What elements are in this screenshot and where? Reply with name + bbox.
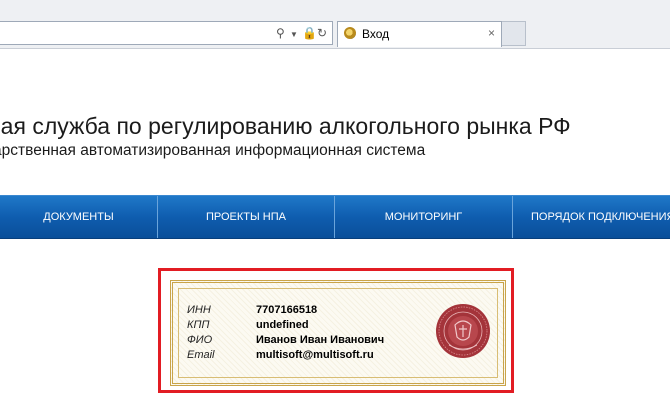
page-subtitle: дарственная автоматизированная информаци… <box>0 142 426 159</box>
page-title: ьная служба по регулированию алкогольног… <box>0 113 571 139</box>
cert-value: multisoft@multisoft.ru <box>256 349 374 361</box>
seal-icon <box>436 304 490 358</box>
nav-item-monitoring[interactable]: МОНИТОРИНГ <box>335 196 512 238</box>
cert-value: undefined <box>256 319 309 331</box>
cert-value: Иванов Иван Иванович <box>256 334 385 346</box>
dropdown-icon[interactable]: ▼ <box>290 28 298 42</box>
new-tab-button[interactable] <box>502 21 526 46</box>
browser-chrome: ⚲ ▼ 🔒 ↻ Вход × <box>0 0 670 49</box>
cert-label: ФИО <box>187 334 213 346</box>
refresh-icon[interactable]: ↻ <box>317 26 327 40</box>
cert-value: 7707166518 <box>256 304 318 316</box>
tab-title: Вход <box>362 27 390 41</box>
close-icon[interactable]: × <box>488 26 495 40</box>
browser-tab[interactable]: Вход × <box>337 21 502 47</box>
lock-icon[interactable]: 🔒 <box>302 26 317 40</box>
address-bar[interactable]: ⚲ ▼ 🔒 ↻ <box>0 21 333 45</box>
search-icon[interactable]: ⚲ <box>276 26 285 40</box>
cert-label: ИНН <box>187 304 211 316</box>
cert-label: Email <box>187 349 215 361</box>
cert-label: КПП <box>187 319 210 331</box>
certificate-card[interactable]: ИНН 7707166518 КПП undefined ФИО Иванов … <box>170 280 506 386</box>
nav-item-npa-projects[interactable]: ПРОЕКТЫ НПА <box>158 196 334 238</box>
nav-item-documents[interactable]: ДОКУМЕНТЫ <box>0 196 157 238</box>
nav-item-connection-procedure[interactable]: ПОРЯДОК ПОДКЛЮЧЕНИЯ <box>513 196 670 238</box>
favicon-icon <box>344 27 356 39</box>
main-nav: ДОКУМЕНТЫ ПРОЕКТЫ НПА МОНИТОРИНГ ПОРЯДОК… <box>0 195 670 239</box>
